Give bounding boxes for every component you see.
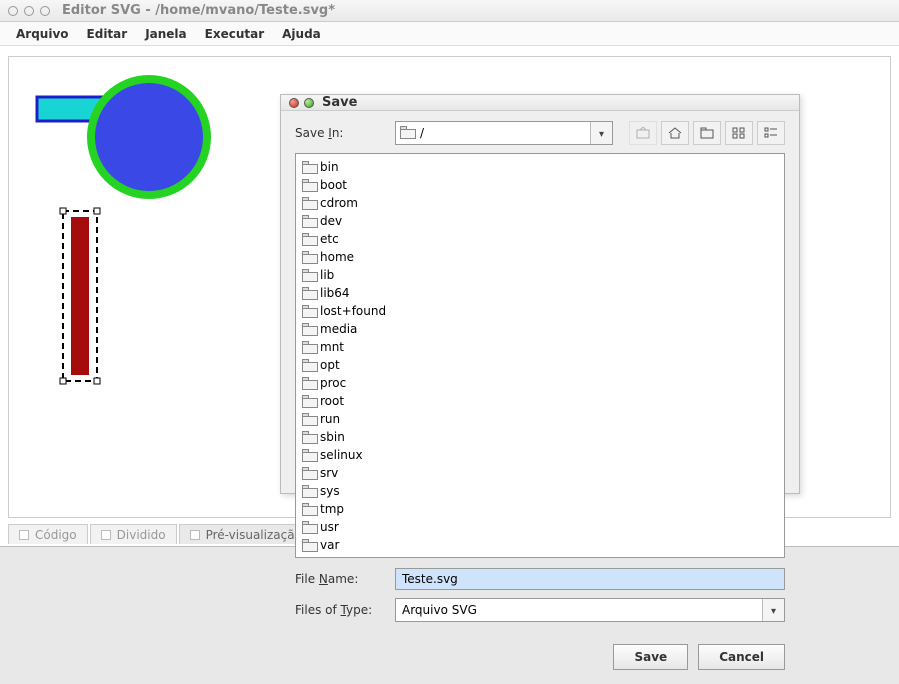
- folder-item[interactable]: sbin: [302, 428, 402, 445]
- folder-icon: [302, 485, 316, 496]
- file-type-value: Arquivo SVG: [396, 603, 762, 617]
- svg-preview-content: [9, 57, 269, 457]
- folder-item[interactable]: bin: [302, 158, 402, 175]
- file-name-input[interactable]: [395, 568, 785, 590]
- folder-icon: [302, 413, 316, 424]
- window-titlebar: Editor SVG - /home/mvano/Teste.svg*: [0, 0, 899, 22]
- folder-item[interactable]: var: [302, 536, 402, 553]
- menu-executar[interactable]: Executar: [197, 24, 272, 44]
- dialog-button-row: Save Cancel: [281, 636, 799, 684]
- menu-janela[interactable]: Janela: [137, 24, 194, 44]
- folder-item[interactable]: lib64: [302, 284, 402, 301]
- folder-icon: [302, 395, 316, 406]
- menubar: Arquivo Editar Janela Executar Ajuda: [0, 22, 899, 46]
- chooser-toolbar: [629, 121, 785, 145]
- folder-item[interactable]: etc: [302, 230, 402, 247]
- file-type-label: Files of Type:: [295, 603, 385, 617]
- folder-item[interactable]: lib: [302, 266, 402, 283]
- tab-codigo[interactable]: Código: [8, 524, 88, 544]
- folder-item[interactable]: dev: [302, 212, 402, 229]
- folder-icon: [302, 287, 316, 298]
- up-folder-button[interactable]: [629, 121, 657, 145]
- folder-icon: [302, 467, 316, 478]
- folder-item[interactable]: home: [302, 248, 402, 265]
- file-type-row: Files of Type: Files of Type: Arquivo SV…: [295, 598, 785, 622]
- folder-item[interactable]: tmp: [302, 500, 402, 517]
- folder-icon: [302, 359, 316, 370]
- details-view-button[interactable]: [757, 121, 785, 145]
- dialog-zoom-button[interactable]: [304, 98, 314, 108]
- window-controls: [8, 6, 50, 16]
- tab-codigo-icon: [19, 530, 29, 540]
- folder-icon: [302, 431, 316, 442]
- folder-item[interactable]: usr: [302, 518, 402, 535]
- folder-icon: [302, 305, 316, 316]
- window-title: Editor SVG - /home/mvano/Teste.svg*: [62, 3, 335, 18]
- file-name-label: File Name:: [295, 572, 385, 586]
- folder-item[interactable]: selinux: [302, 446, 402, 463]
- tab-label: Código: [35, 528, 77, 542]
- file-type-combo[interactable]: Arquivo SVG: [395, 598, 785, 622]
- folder-item[interactable]: opt: [302, 356, 402, 373]
- dialog-controls: [289, 98, 314, 108]
- folder-icon: [302, 449, 316, 460]
- folder-icon: [302, 197, 316, 208]
- folder-item[interactable]: sys: [302, 482, 402, 499]
- tab-preview-icon: [190, 530, 200, 540]
- folder-icon: [302, 323, 316, 334]
- folder-icon: [302, 521, 316, 532]
- tab-label: Dividido: [117, 528, 166, 542]
- file-name-row: File Name: File Name:: [295, 568, 785, 590]
- dialog-titlebar: Save: [281, 95, 799, 111]
- menu-editar[interactable]: Editar: [79, 24, 136, 44]
- tab-dividido-icon: [101, 530, 111, 540]
- menu-ajuda[interactable]: Ajuda: [274, 24, 329, 44]
- folder-icon: [302, 539, 316, 550]
- chevron-down-icon[interactable]: [762, 599, 784, 621]
- folder-icon: [302, 179, 316, 190]
- folder-icon: [302, 161, 316, 172]
- folder-item[interactable]: cdrom: [302, 194, 402, 211]
- home-button[interactable]: [661, 121, 689, 145]
- folder-icon: [302, 503, 316, 514]
- new-folder-button[interactable]: [693, 121, 721, 145]
- tab-dividido[interactable]: Dividido: [90, 524, 177, 544]
- folder-icon: [302, 341, 316, 352]
- save-in-row: Save In: Save In: /: [295, 121, 785, 145]
- folder-item[interactable]: srv: [302, 464, 402, 481]
- folder-icon: [302, 233, 316, 244]
- chevron-down-icon[interactable]: [590, 122, 612, 144]
- folder-icon: [396, 126, 418, 140]
- folder-list[interactable]: bin boot cdrom dev etc home lib lib64 lo…: [295, 153, 785, 558]
- folder-icon: [302, 215, 316, 226]
- folder-item[interactable]: media: [302, 320, 402, 337]
- save-button[interactable]: Save: [613, 644, 688, 670]
- save-in-value: /: [418, 126, 590, 140]
- save-in-combo[interactable]: /: [395, 121, 613, 145]
- editor-window: Editor SVG - /home/mvano/Teste.svg* Arqu…: [0, 0, 899, 547]
- folder-item[interactable]: boot: [302, 176, 402, 193]
- maximize-window-button[interactable]: [40, 6, 50, 16]
- dialog-title: Save: [322, 95, 357, 110]
- folder-icon: [302, 251, 316, 262]
- save-in-label: Save In:: [295, 126, 385, 140]
- folder-item[interactable]: proc: [302, 374, 402, 391]
- folder-icon: [302, 269, 316, 280]
- dialog-close-button[interactable]: [289, 98, 299, 108]
- folder-item[interactable]: lost+found: [302, 302, 402, 319]
- close-window-button[interactable]: [8, 6, 18, 16]
- folder-item[interactable]: run: [302, 410, 402, 427]
- dialog-body: Save In: Save In: /: [281, 111, 799, 636]
- minimize-window-button[interactable]: [24, 6, 34, 16]
- folder-icon: [302, 377, 316, 388]
- list-view-button[interactable]: [725, 121, 753, 145]
- folder-item[interactable]: mnt: [302, 338, 402, 355]
- save-dialog: Save Save In: Save In: /: [280, 94, 800, 494]
- folder-item[interactable]: root: [302, 392, 402, 409]
- cancel-button[interactable]: Cancel: [698, 644, 785, 670]
- menu-arquivo[interactable]: Arquivo: [8, 24, 77, 44]
